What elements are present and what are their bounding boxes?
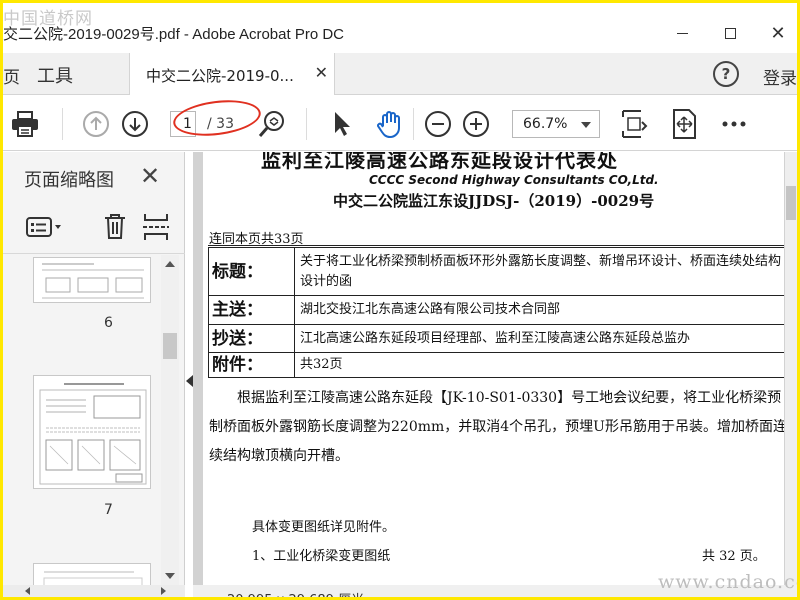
hand-tool-icon[interactable] <box>374 109 404 139</box>
site-watermark-bottom: www.cndao.com <box>658 571 797 593</box>
maximize-icon <box>724 27 736 39</box>
table-row: 主送： 湖北交投江北东高速公路有限公司技术合同部 <box>208 295 784 325</box>
page-thumbnail-6[interactable] <box>33 257 151 303</box>
divider <box>208 245 784 246</box>
thumbnail-page-label: 6 <box>104 315 113 331</box>
panel-title: 页面缩略图 <box>24 170 114 191</box>
pdf-page: 监利至江陵高速公路东延段设计代表处 CCCC Second Highway Co… <box>203 152 784 592</box>
scroll-right-icon[interactable] <box>161 587 166 595</box>
meta-value: 共32页 <box>294 352 784 378</box>
table-row: 标题： 关于将工业化桥梁预制桥面板环形外露筋长度调整、新增吊环设计、桥面连续处结… <box>208 247 784 296</box>
more-options-icon[interactable] <box>719 109 749 139</box>
scroll-up-icon[interactable] <box>165 261 175 267</box>
thumbnail-horizontal-scrollbar[interactable] <box>3 585 185 597</box>
acrobat-window: 中国道桥网 交二公院-2019-0029号.pdf - Adobe Acroba… <box>3 3 797 597</box>
thumbnail-scrollbar[interactable] <box>161 255 179 585</box>
tab-tools[interactable]: 工具 <box>37 62 73 88</box>
zoom-level-dropdown[interactable]: 66.7% <box>512 110 600 138</box>
toolbar-separator <box>306 108 307 140</box>
zoom-out-icon[interactable] <box>423 109 453 139</box>
meta-key: 抄送： <box>208 324 295 353</box>
trash-icon[interactable] <box>102 212 128 244</box>
tab-bar: 页 工具 中交二公院-2019-0... ✕ ? 登录 <box>3 53 797 95</box>
document-heading: 监利至江陵高速公路东延段设计代表处 <box>261 152 618 172</box>
previous-page-icon[interactable] <box>81 109 111 139</box>
next-page-icon[interactable] <box>120 109 150 139</box>
full-screen-icon[interactable] <box>670 109 700 139</box>
fit-page-icon[interactable] <box>619 109 649 139</box>
chevron-down-icon <box>581 122 591 128</box>
tab-close-icon[interactable]: ✕ <box>315 63 328 82</box>
tab-document[interactable]: 中交二公院-2019-0... ✕ <box>129 53 335 95</box>
company-english-name: CCCC Second Highway Consultants CO,Ltd. <box>369 173 659 187</box>
collapse-panel-icon[interactable] <box>186 375 193 387</box>
thumbnail-list: 6 7 <box>3 255 185 585</box>
meta-key: 附件： <box>208 352 295 378</box>
panel-toolbar <box>3 202 185 254</box>
print-icon[interactable] <box>10 109 40 139</box>
document-scrollbar[interactable] <box>785 152 797 585</box>
attachment-item: 1、工业化桥梁变更图纸 <box>252 549 391 564</box>
meta-key: 主送： <box>208 295 295 325</box>
attachment-pages: 共 32 页。 <box>702 549 766 564</box>
thumbnail-options-icon[interactable] <box>26 216 64 242</box>
scroll-left-icon[interactable] <box>25 587 30 595</box>
maximize-button[interactable] <box>707 19 753 47</box>
document-tab-label: 中交二公院-2019-0... <box>146 67 294 85</box>
title-bar: 中国道桥网 交二公院-2019-0029号.pdf - Adobe Acroba… <box>3 3 797 53</box>
minimize-button[interactable] <box>659 19 705 47</box>
page-thumbnail-7[interactable] <box>33 375 151 489</box>
close-window-button[interactable]: ✕ <box>755 19 797 47</box>
zoom-search-icon[interactable] <box>257 109 287 139</box>
zoom-value: 66.7% <box>523 116 568 132</box>
zoom-in-icon[interactable] <box>461 109 491 139</box>
tab-home[interactable]: 页 <box>3 63 20 88</box>
body-paragraph: 根据监利至江陵高速公路东延段【JK-10-S01-0330】号工地会议纪要，将工… <box>209 390 784 464</box>
document-reference-number: 中交二公院监江东设JJDSJ-（2019）-0029号 <box>333 192 655 210</box>
close-icon: ✕ <box>770 22 786 44</box>
meta-value: 湖北交投江北东高速公路有限公司技术合同部 <box>294 295 784 325</box>
window-title: 交二公院-2019-0029号.pdf - Adobe Acrobat Pro … <box>3 26 345 43</box>
thumbnail-panel: 页面缩略图 ✕ 6 7 <box>3 152 185 597</box>
scrollbar-thumb[interactable] <box>786 186 796 220</box>
detail-note: 具体变更图纸详见附件。 <box>252 520 396 535</box>
letter-meta-table: 标题： 关于将工业化桥梁预制桥面板环形外露筋长度调整、新增吊环设计、桥面连续处结… <box>208 247 784 378</box>
page-tools-icon[interactable] <box>143 212 169 246</box>
table-row: 抄送： 江北高速公路东延段项目经理部、监利至江陵高速公路东延段总监办 <box>208 324 784 353</box>
meta-key: 标题： <box>208 247 295 296</box>
meta-value: 江北高速公路东延段项目经理部、监利至江陵高速公路东延段总监办 <box>294 324 784 353</box>
page-dimensions: 20.995 x 29.689 厘米 <box>227 589 364 597</box>
meta-value: 关于将工业化桥梁预制桥面板环形外露筋长度调整、新增吊环设计、桥面连续处结构设计的… <box>294 247 784 296</box>
scrollbar-thumb[interactable] <box>163 333 177 359</box>
table-row: 附件： 共32页 <box>208 352 784 378</box>
panel-close-icon[interactable]: ✕ <box>140 162 160 190</box>
toolbar-separator <box>62 108 63 140</box>
thumbnail-page-label: 7 <box>104 502 113 518</box>
help-icon[interactable]: ? <box>713 61 739 87</box>
select-cursor-icon[interactable] <box>326 109 356 139</box>
toolbar-separator <box>413 108 414 140</box>
login-button[interactable]: 登录 <box>763 64 797 89</box>
page-thumbnail-8[interactable] <box>33 563 151 585</box>
main-toolbar: 1 / 33 66.7% <box>3 95 797 151</box>
document-view: 监利至江陵高速公路东延段设计代表处 CCCC Second Highway Co… <box>193 152 797 597</box>
scroll-down-icon[interactable] <box>165 573 175 579</box>
minimize-icon <box>676 32 688 34</box>
